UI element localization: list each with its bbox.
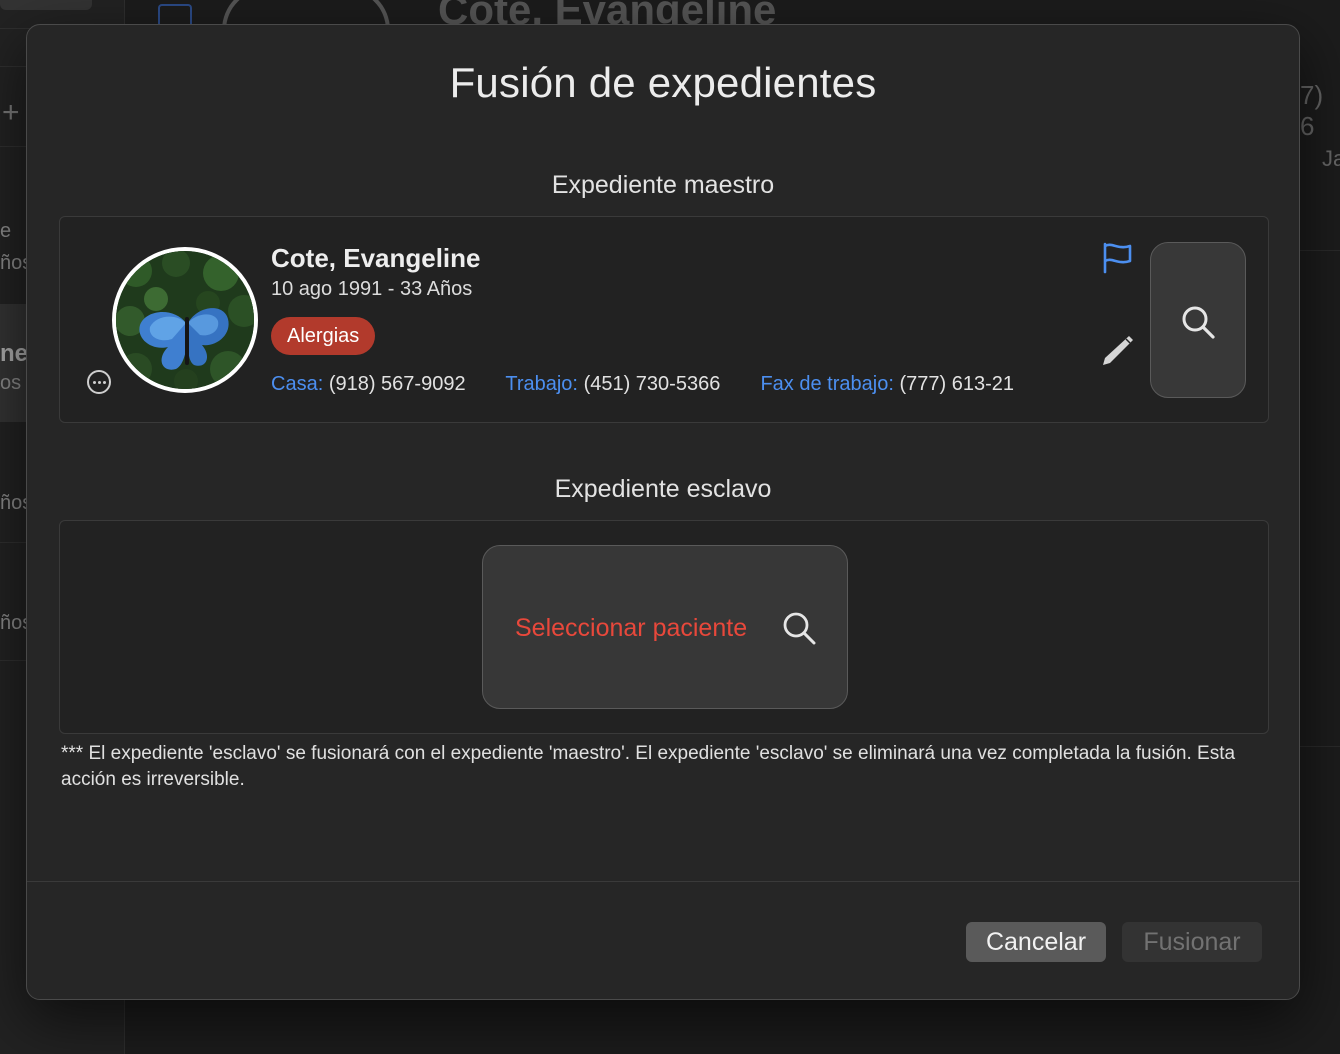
butterfly-photo (116, 251, 254, 389)
select-patient-label: Seleccionar paciente (515, 614, 748, 642)
background-list-text: os (0, 372, 22, 394)
slave-record-heading: Expediente esclavo (554, 475, 772, 503)
background-list-text: e (0, 220, 12, 242)
master-record-panel: Cote, Evangeline 10 ago 1991 - 33 Años A… (59, 216, 1269, 423)
phone-label: Trabajo: (505, 373, 578, 395)
divider (1300, 746, 1340, 747)
pencil-icon[interactable] (1098, 331, 1136, 369)
slave-record-panel: Seleccionar paciente (59, 520, 1269, 734)
phone-home: Casa: (918) 567-9092 (271, 373, 471, 395)
background-phone-text: 7) 6 (1300, 80, 1324, 141)
search-icon (783, 612, 816, 645)
phone-label: Casa: (271, 373, 324, 395)
phone-work-fax: Fax de trabajo: (777) 613-21 (760, 373, 1014, 395)
patient-dob-age: 10 ago 1991 - 33 Años (271, 278, 473, 300)
patient-avatar (112, 247, 258, 393)
select-patient-button[interactable]: Seleccionar paciente (482, 545, 848, 709)
dialog-title: Fusión de expedientes (449, 59, 877, 106)
background-flag-icon (158, 4, 192, 26)
allergies-badge[interactable]: Alergias (271, 317, 376, 355)
master-record-heading: Expediente maestro (551, 171, 775, 199)
merge-button[interactable]: Fusionar (1122, 922, 1262, 962)
add-icon: + (2, 96, 20, 129)
phone-label: Fax de trabajo: (760, 373, 894, 395)
search-icon (1182, 306, 1215, 339)
phone-value: (918) 567-9092 (328, 373, 466, 395)
footer-divider (27, 881, 1299, 882)
flag-icon[interactable] (1100, 241, 1134, 275)
divider (1300, 250, 1340, 251)
phone-value: (451) 730-5366 (583, 373, 721, 395)
merge-records-dialog: Fusión de expedientes Expediente maestro (26, 24, 1300, 1000)
background-text: Ja (1322, 146, 1340, 171)
cancel-button[interactable]: Cancelar (966, 922, 1106, 962)
phone-value: (777) 613-21 (899, 373, 1014, 395)
phone-work: Trabajo: (451) 730-5366 (505, 373, 726, 395)
background-toolbar-button (0, 0, 92, 10)
search-master-button[interactable] (1150, 242, 1246, 398)
more-options-icon[interactable] (87, 370, 111, 394)
background-list-text: ne (0, 340, 29, 367)
merge-warning-note: *** El expediente 'esclavo' se fusionará… (61, 743, 1236, 790)
patient-phones: Casa: (918) 567-9092 Trabajo: (451) 730-… (271, 373, 1014, 396)
patient-name: Cote, Evangeline (271, 243, 481, 273)
